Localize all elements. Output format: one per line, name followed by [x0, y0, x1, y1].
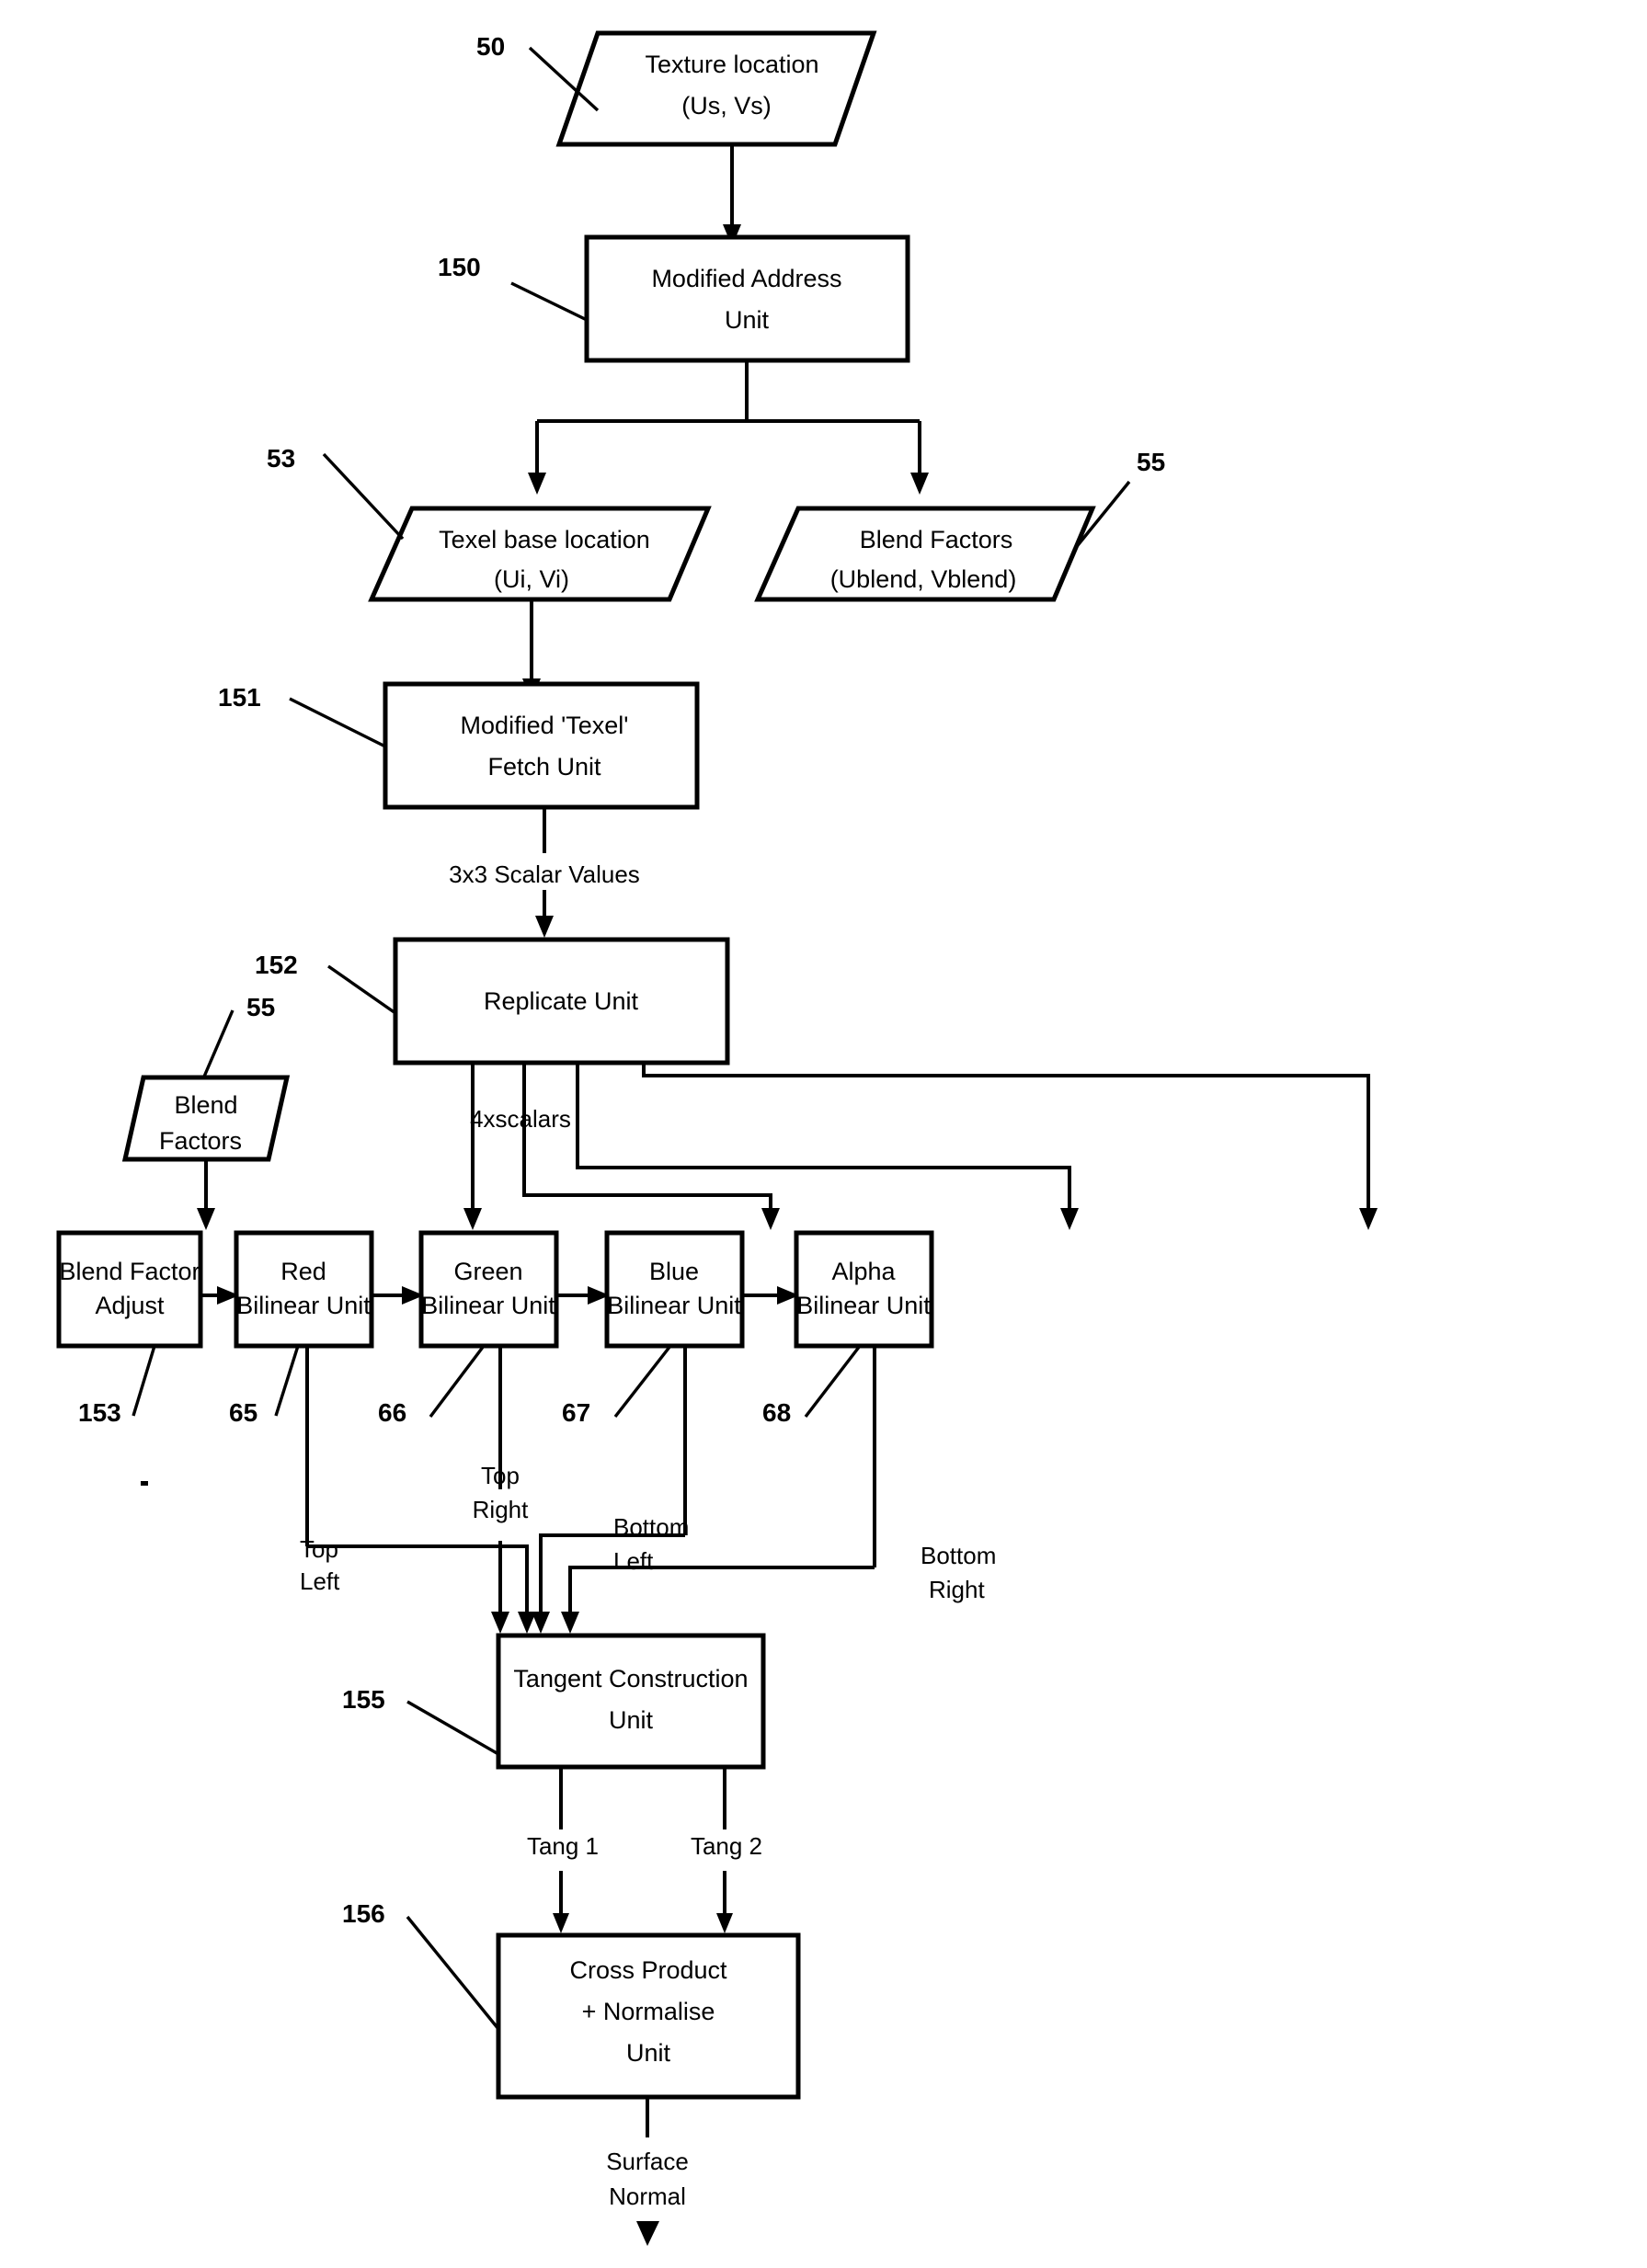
edge-label-3x3-scalar-values: 3x3 Scalar Values: [449, 860, 640, 888]
tangent-construction-unit-label-line1: Tangent Construction: [513, 1665, 748, 1692]
modified-texel-fetch-unit-label-line1: Modified 'Texel': [461, 712, 629, 739]
node-texel-base-location: Texel base location (Ui, Vi): [368, 506, 712, 602]
alpha-bilinear-unit-label-line2: Bilinear Unit: [796, 1292, 931, 1319]
texture-location-label-line1: Texture location: [645, 51, 818, 78]
edge-label-bottom-right-line1: Bottom: [921, 1542, 996, 1569]
tangent-construction-unit-shape: [496, 1633, 766, 1770]
ref-number-50: 50: [476, 32, 505, 61]
ref-number-53: 53: [267, 444, 295, 473]
green-bilinear-unit-label-line2: Bilinear Unit: [421, 1292, 555, 1319]
green-bilinear-unit-shape: [418, 1230, 559, 1349]
blend-factor-adjust-label-line1: Blend Factor: [59, 1258, 200, 1285]
node-cross-product-normalise-unit: Cross Product + Normalise Unit: [496, 1932, 801, 2100]
scan-artifact-speck: [141, 1481, 148, 1486]
cross-product-normalise-unit-label-line3: Unit: [626, 2039, 671, 2067]
blend-factor-adjust-label-line2: Adjust: [95, 1292, 165, 1319]
node-blue-bilinear-unit: Blue Bilinear Unit: [604, 1230, 745, 1349]
edge-label-top-right-line2: Right: [473, 1496, 529, 1523]
blend-factors-small-label-line1: Blend: [174, 1091, 237, 1119]
patent-figure-diagram: Texture location (Us, Vs) 50 Modified Ad…: [0, 0, 1647, 2268]
texel-base-location-label-line2: (Ui, Vi): [494, 565, 569, 593]
edge-label-bottom-left-line2: Left: [613, 1547, 654, 1575]
alpha-bilinear-unit-label-line1: Alpha: [831, 1258, 896, 1285]
alpha-bilinear-unit-shape: [794, 1230, 934, 1349]
blue-bilinear-unit-shape: [604, 1230, 745, 1349]
red-bilinear-unit-shape: [234, 1230, 374, 1349]
modified-texel-fetch-unit-shape: [383, 681, 700, 810]
blend-factors-top-label-line2: (Ublend, Vblend): [830, 565, 1017, 593]
node-alpha-bilinear-unit: Alpha Bilinear Unit: [794, 1230, 934, 1349]
node-texture-location: Texture location (Us, Vs): [555, 30, 877, 147]
edge-label-bottom-left-line1: Bottom: [613, 1513, 689, 1541]
red-bilinear-unit-label-line1: Red: [280, 1258, 326, 1285]
edge-label-top-right-line1: Top: [481, 1462, 520, 1489]
edge-label-surface-normal-line2: Normal: [609, 2183, 686, 2210]
blue-bilinear-unit-label-line1: Blue: [649, 1258, 699, 1285]
modified-address-unit-shape: [584, 234, 910, 363]
texture-location-label-line2: (Us, Vs): [681, 92, 772, 120]
texel-base-location-label-line1: Texel base location: [439, 526, 650, 553]
edge-label-surface-normal-line1: Surface: [606, 2148, 689, 2175]
ref-number-152: 152: [255, 951, 298, 979]
modified-address-unit-label-line1: Modified Address: [651, 265, 841, 292]
edge-label-4xscalars: 4xscalars: [470, 1105, 571, 1133]
blend-factors-small-label-line2: Factors: [159, 1127, 242, 1155]
edge-label-top-left-line1: Top: [300, 1535, 338, 1563]
ref-number-68: 68: [762, 1398, 791, 1427]
ref-number-67: 67: [562, 1398, 590, 1427]
modified-address-unit-label-line2: Unit: [725, 306, 770, 334]
node-blend-factors-small: Blend Factors: [121, 1075, 291, 1162]
ref-number-155: 155: [342, 1685, 385, 1714]
node-replicate-unit: Replicate Unit: [393, 937, 730, 1066]
ref-number-55-top: 55: [1137, 448, 1165, 476]
edge-label-tang-2: Tang 2: [691, 1832, 762, 1860]
tangent-construction-unit-label-line2: Unit: [609, 1706, 654, 1734]
figure-svg: Texture location (Us, Vs) 50 Modified Ad…: [0, 0, 1647, 2268]
edge-label-bottom-right-line2: Right: [929, 1576, 985, 1603]
modified-texel-fetch-unit-label-line2: Fetch Unit: [487, 753, 601, 781]
node-blend-factors-top: Blend Factors (Ublend, Vblend): [754, 506, 1096, 602]
replicate-unit-label: Replicate Unit: [484, 987, 639, 1015]
ref-number-55-small: 55: [246, 993, 275, 1021]
blend-factor-adjust-shape: [56, 1230, 203, 1349]
green-bilinear-unit-label-line1: Green: [453, 1258, 522, 1285]
blend-factors-top-label-line1: Blend Factors: [860, 526, 1013, 553]
cross-product-normalise-unit-label-line1: Cross Product: [569, 1956, 727, 1984]
ref-number-150: 150: [438, 253, 481, 281]
cross-product-normalise-unit-label-line2: + Normalise: [582, 1998, 715, 2025]
node-green-bilinear-unit: Green Bilinear Unit: [418, 1230, 559, 1349]
edge-label-top-left-line2: Left: [300, 1567, 340, 1595]
ref-number-153: 153: [78, 1398, 121, 1427]
node-tangent-construction-unit: Tangent Construction Unit: [496, 1633, 766, 1770]
node-modified-address-unit: Modified Address Unit: [584, 234, 910, 363]
ref-number-65: 65: [229, 1398, 257, 1427]
node-modified-texel-fetch-unit: Modified 'Texel' Fetch Unit: [383, 681, 700, 810]
red-bilinear-unit-label-line2: Bilinear Unit: [236, 1292, 371, 1319]
ref-number-66: 66: [378, 1398, 406, 1427]
ref-number-151: 151: [218, 683, 261, 712]
node-red-bilinear-unit: Red Bilinear Unit: [234, 1230, 374, 1349]
ref-number-156: 156: [342, 1899, 385, 1928]
edge-label-tang-1: Tang 1: [527, 1832, 599, 1860]
node-blend-factor-adjust: Blend Factor Adjust: [56, 1230, 203, 1349]
blue-bilinear-unit-label-line2: Bilinear Unit: [607, 1292, 741, 1319]
